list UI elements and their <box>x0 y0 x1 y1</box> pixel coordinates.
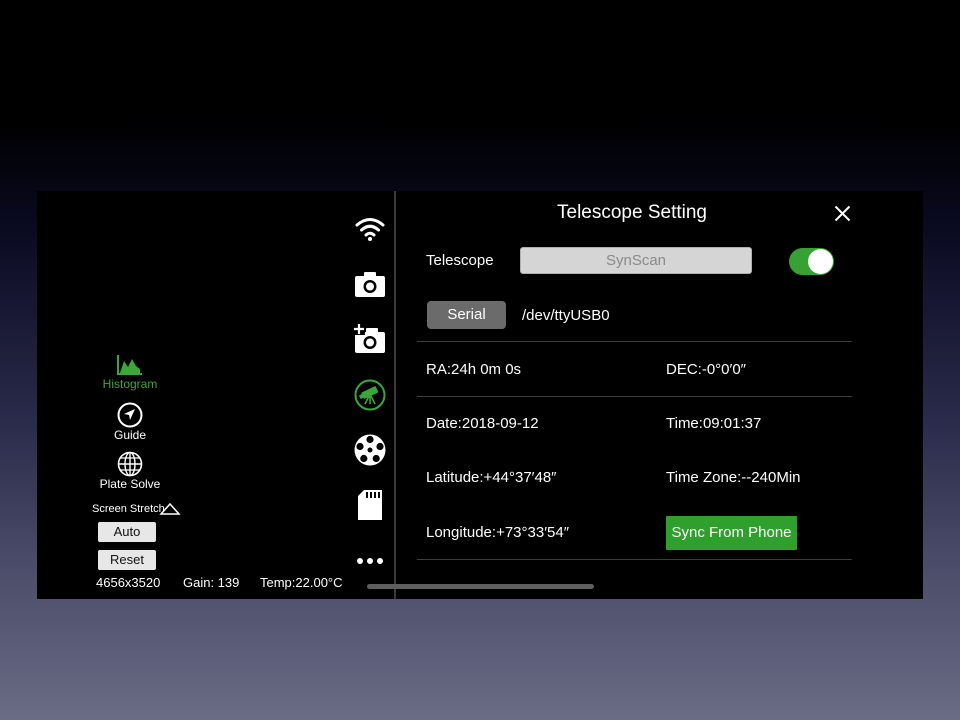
sync-from-phone-button[interactable]: Sync From Phone <box>666 516 797 550</box>
ra-value: RA:24h 0m 0s <box>426 361 522 378</box>
guide-tool[interactable]: Guide <box>80 402 180 442</box>
app-screen: Histogram Guide Plate Solve Screen Stret… <box>37 191 923 599</box>
resolution-readout: 4656x3520 <box>96 575 161 590</box>
collapse-triangle-icon[interactable] <box>159 502 181 516</box>
latitude-value: Latitude:+44°37′48″ <box>426 469 557 486</box>
telescope-icon[interactable] <box>353 378 387 412</box>
wifi-icon[interactable] <box>353 212 387 246</box>
toggle-knob <box>808 249 833 274</box>
guide-label: Guide <box>113 428 147 442</box>
serial-port: /dev/ttyUSB0 <box>522 307 610 324</box>
time-value: Time:09:01:37 <box>666 415 762 432</box>
dialog-title: Telescope Setting <box>557 202 707 223</box>
plate-solve-label: Plate Solve <box>99 477 161 491</box>
reset-button[interactable]: Reset <box>98 550 156 570</box>
telescope-label: Telescope <box>426 252 494 269</box>
separator <box>417 396 852 397</box>
separator <box>417 341 852 342</box>
telescope-toggle[interactable] <box>789 248 834 275</box>
gain-readout: Gain: 139 <box>183 575 240 590</box>
dec-value: DEC:-0°0′0″ <box>666 361 746 378</box>
screen-stretch-label: Screen Stretch <box>92 503 165 515</box>
separator <box>417 559 852 560</box>
histogram-icon <box>117 355 142 375</box>
auto-button[interactable]: Auto <box>98 522 156 542</box>
guide-arrow-icon <box>117 402 143 428</box>
globe-icon <box>117 451 143 477</box>
longitude-value: Longitude:+73°33′54″ <box>426 524 569 541</box>
add-camera-icon[interactable] <box>353 323 387 357</box>
serial-button[interactable]: Serial <box>427 301 506 329</box>
camera-icon[interactable] <box>353 268 387 302</box>
panel-divider <box>394 191 396 599</box>
histogram-tool[interactable]: Histogram <box>80 353 180 391</box>
plate-solve-tool[interactable]: Plate Solve <box>80 451 180 491</box>
home-indicator <box>367 584 594 589</box>
more-icon[interactable] <box>353 543 387 577</box>
close-icon[interactable] <box>834 205 851 222</box>
sd-card-icon[interactable] <box>353 488 387 522</box>
telescope-select[interactable]: SynScan <box>520 247 752 274</box>
date-value: Date:2018-09-12 <box>426 415 539 432</box>
timezone-value: Time Zone:--240Min <box>666 469 801 486</box>
histogram-label: Histogram <box>102 377 158 391</box>
temp-readout: Temp:22.00°C <box>260 575 343 590</box>
filter-wheel-icon[interactable] <box>353 433 387 467</box>
